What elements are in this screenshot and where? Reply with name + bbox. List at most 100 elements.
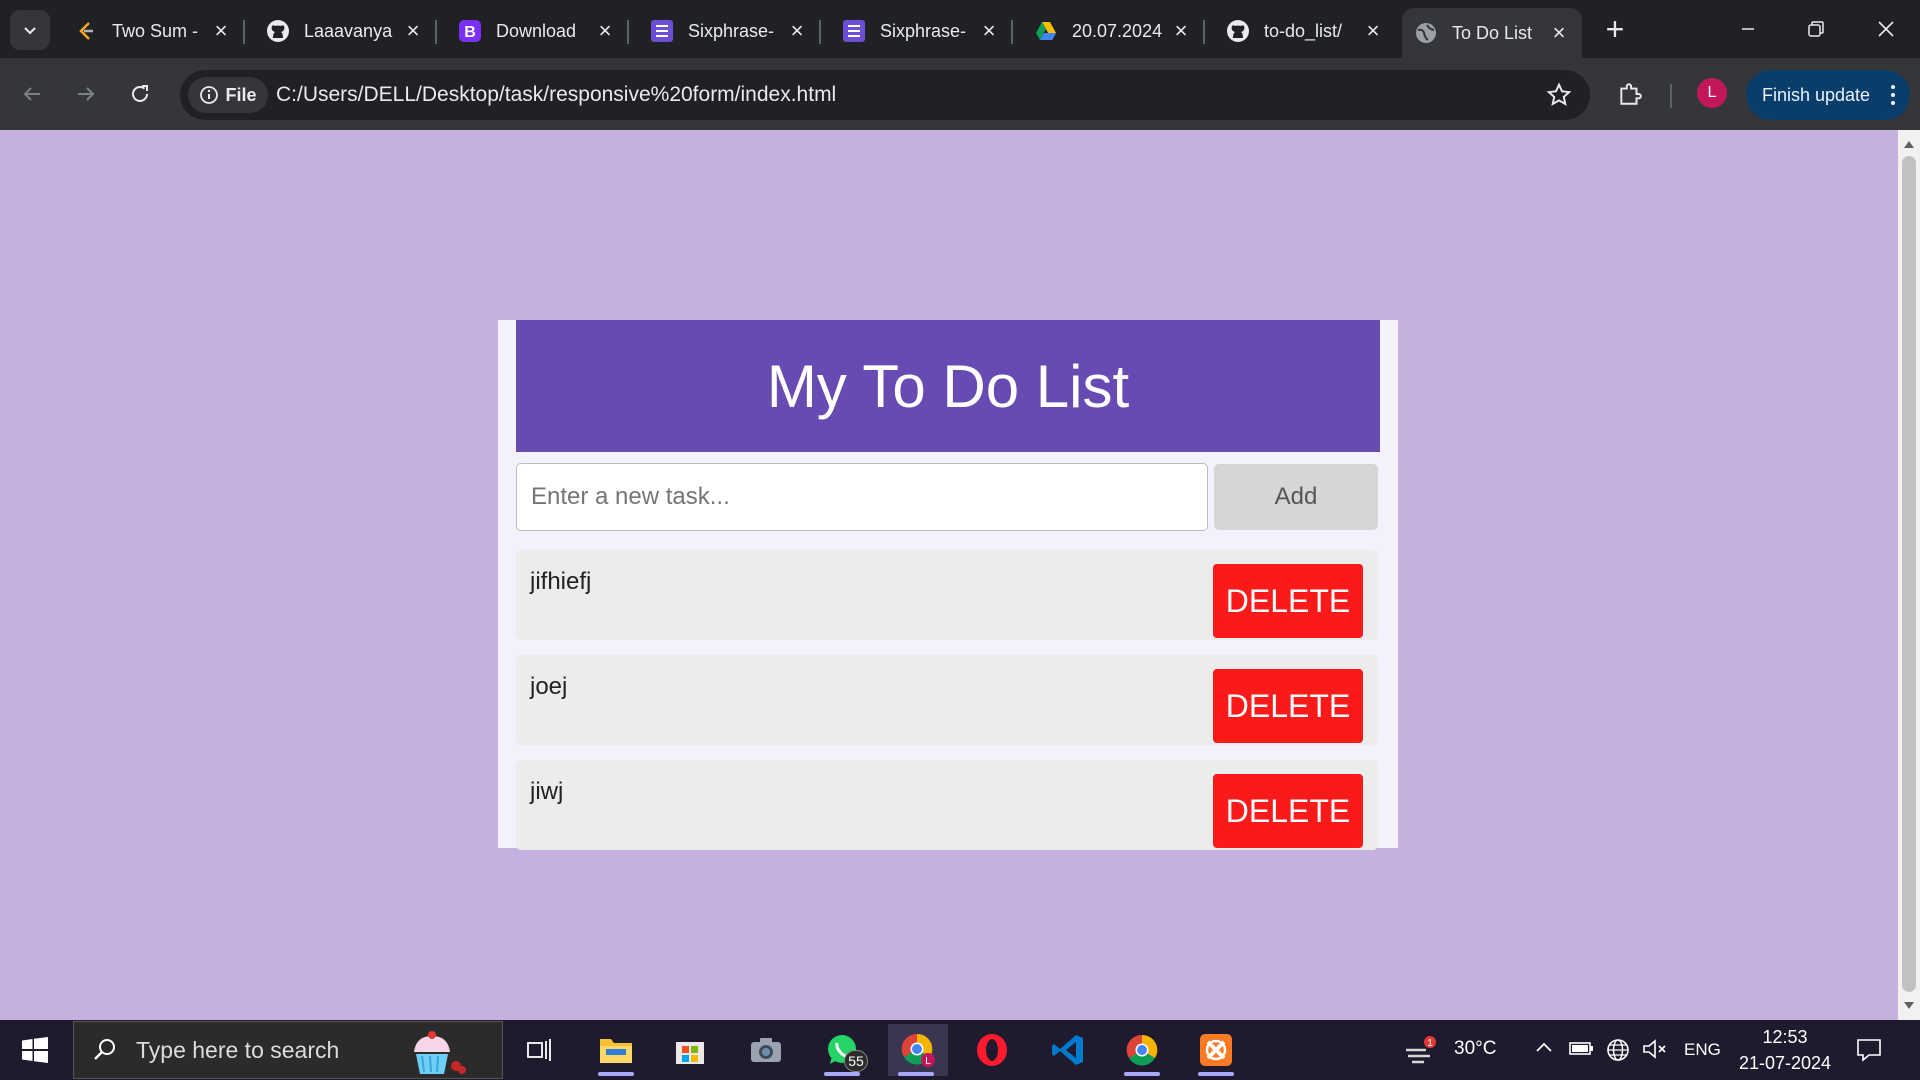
- folder-icon: [600, 1039, 632, 1063]
- xampp-icon: [1200, 1034, 1232, 1066]
- forward-button[interactable]: [66, 74, 106, 114]
- close-tab-icon[interactable]: ×: [1170, 18, 1192, 43]
- tab-separator: [819, 20, 821, 44]
- site-info-chip[interactable]: File: [188, 77, 268, 113]
- windows-taskbar: Type here to search 55 L 1 30°C ENG 12:5…: [0, 1020, 1920, 1080]
- page-viewport: My To Do List Add jifhiefj DELETE joej D…: [0, 130, 1898, 1020]
- show-hidden-icons-chevron-up-icon[interactable]: [1534, 1038, 1554, 1063]
- tab-title: Sixphrase-: [688, 20, 775, 41]
- github-icon: [1226, 19, 1250, 43]
- puzzle-icon: [1620, 83, 1642, 105]
- search-icon: [94, 1039, 115, 1060]
- address-bar[interactable]: File C:/Users/DELL/Desktop/task/responsi…: [180, 70, 1590, 120]
- url-text[interactable]: C:/Users/DELL/Desktop/task/responsive%20…: [276, 83, 836, 107]
- bootstrap-icon: B: [458, 19, 482, 43]
- task-view-icon: [527, 1039, 551, 1061]
- opera-app[interactable]: [964, 1024, 1020, 1076]
- tab-sixphrase-1[interactable]: Sixphrase- ×: [638, 8, 821, 54]
- camera-app[interactable]: [738, 1024, 794, 1076]
- delete-task-button[interactable]: DELETE: [1213, 564, 1363, 638]
- minimize-button[interactable]: [1714, 0, 1782, 58]
- tab-drive[interactable]: 20.07.2024 ×: [1022, 8, 1205, 54]
- close-tab-icon[interactable]: ×: [594, 18, 616, 43]
- store-icon: [676, 1042, 704, 1064]
- chrome-icon: [1126, 1034, 1158, 1066]
- info-icon: [200, 86, 219, 104]
- tab-search-button[interactable]: [10, 10, 50, 50]
- microsoft-store-app[interactable]: [662, 1024, 718, 1076]
- close-tab-icon[interactable]: ×: [978, 18, 1000, 43]
- file-explorer-app[interactable]: [588, 1024, 644, 1076]
- xampp-app[interactable]: [1188, 1024, 1244, 1076]
- browser-toolbar: File C:/Users/DELL/Desktop/task/responsi…: [0, 58, 1920, 130]
- weather-icon[interactable]: 1: [1404, 1034, 1438, 1069]
- tab-github-todo[interactable]: to-do_list/ ×: [1214, 8, 1396, 54]
- toolbar-divider: [1670, 84, 1672, 108]
- close-tab-icon[interactable]: ×: [402, 18, 424, 43]
- input-language[interactable]: ENG: [1684, 1040, 1721, 1060]
- svg-text:B: B: [464, 24, 476, 41]
- close-tab-icon[interactable]: ×: [786, 18, 808, 43]
- tab-title: Two Sum -: [112, 20, 199, 41]
- github-icon: [266, 19, 290, 43]
- tab-title: to-do_list/: [1264, 20, 1343, 41]
- arrow-left-icon: [23, 87, 40, 101]
- vscode-app[interactable]: [1040, 1024, 1096, 1076]
- tab-to-do-list[interactable]: To Do List ×: [1402, 8, 1582, 58]
- bookmark-star-icon[interactable]: [1546, 82, 1572, 113]
- extensions-button[interactable]: [1610, 74, 1650, 114]
- task-item: joej DELETE: [516, 655, 1378, 745]
- profile-avatar[interactable]: L: [1697, 78, 1727, 108]
- delete-task-button[interactable]: DELETE: [1213, 774, 1363, 848]
- windows-logo-icon: [22, 1037, 48, 1063]
- restore-button[interactable]: [1782, 0, 1850, 58]
- todo-container: My To Do List Add jifhiefj DELETE joej D…: [498, 320, 1398, 850]
- task-view-button[interactable]: [512, 1024, 568, 1076]
- notification-center-icon[interactable]: [1855, 1036, 1883, 1069]
- volume-muted-icon[interactable]: [1642, 1038, 1668, 1065]
- vertical-scrollbar[interactable]: [1898, 130, 1920, 1020]
- battery-icon[interactable]: [1568, 1038, 1594, 1063]
- taskbar-search-box[interactable]: Type here to search: [73, 1021, 503, 1079]
- tab-github-laaavanya[interactable]: Laaavanya ×: [254, 8, 437, 54]
- clock-date: 21-07-2024: [1738, 1053, 1832, 1073]
- svg-text:L: L: [925, 1056, 931, 1067]
- tab-download-bootstrap[interactable]: B Download ×: [446, 8, 629, 54]
- system-clock[interactable]: 12:53 21-07-2024: [1730, 1024, 1840, 1076]
- tab-sixphrase-2[interactable]: Sixphrase- ×: [830, 8, 1013, 54]
- reload-button[interactable]: [120, 74, 160, 114]
- more-menu-icon: [1891, 85, 1895, 105]
- tab-separator: [243, 20, 245, 44]
- close-window-button[interactable]: [1852, 0, 1920, 58]
- finish-update-button[interactable]: Finish update: [1746, 70, 1910, 120]
- cupcake-doodle-icon: [404, 1028, 484, 1080]
- chrome-app[interactable]: [1114, 1024, 1170, 1076]
- scrollbar-thumb[interactable]: [1902, 156, 1916, 992]
- chrome-profile-app[interactable]: L: [888, 1024, 948, 1076]
- arrow-right-icon: [78, 87, 95, 101]
- tab-title: Laaavanya: [304, 20, 393, 41]
- chrome-icon: L: [901, 1033, 935, 1067]
- add-task-button[interactable]: Add: [1214, 464, 1378, 530]
- new-task-input[interactable]: [516, 463, 1208, 531]
- tab-separator: [1203, 20, 1205, 44]
- close-tab-icon[interactable]: ×: [1362, 18, 1384, 43]
- task-text: jiwj: [530, 778, 564, 805]
- network-globe-icon[interactable]: [1606, 1038, 1630, 1067]
- scroll-up-arrow-icon[interactable]: [1898, 134, 1920, 154]
- new-tab-button[interactable]: +: [1600, 13, 1630, 45]
- start-button[interactable]: [0, 1020, 70, 1080]
- temperature[interactable]: 30°C: [1454, 1038, 1496, 1060]
- tab-title: 20.07.2024: [1072, 20, 1163, 41]
- scroll-down-arrow-icon[interactable]: [1898, 996, 1920, 1016]
- vscode-icon: [1052, 1035, 1083, 1065]
- tab-separator: [1011, 20, 1013, 44]
- drive-icon: [1034, 19, 1058, 43]
- whatsapp-app[interactable]: 55: [814, 1024, 870, 1076]
- close-tab-icon[interactable]: ×: [210, 18, 232, 43]
- close-tab-icon[interactable]: ×: [1548, 20, 1570, 45]
- delete-task-button[interactable]: DELETE: [1213, 669, 1363, 743]
- back-button[interactable]: [12, 74, 52, 114]
- tab-two-sum[interactable]: Two Sum - ×: [62, 8, 245, 54]
- tab-separator: [435, 20, 437, 44]
